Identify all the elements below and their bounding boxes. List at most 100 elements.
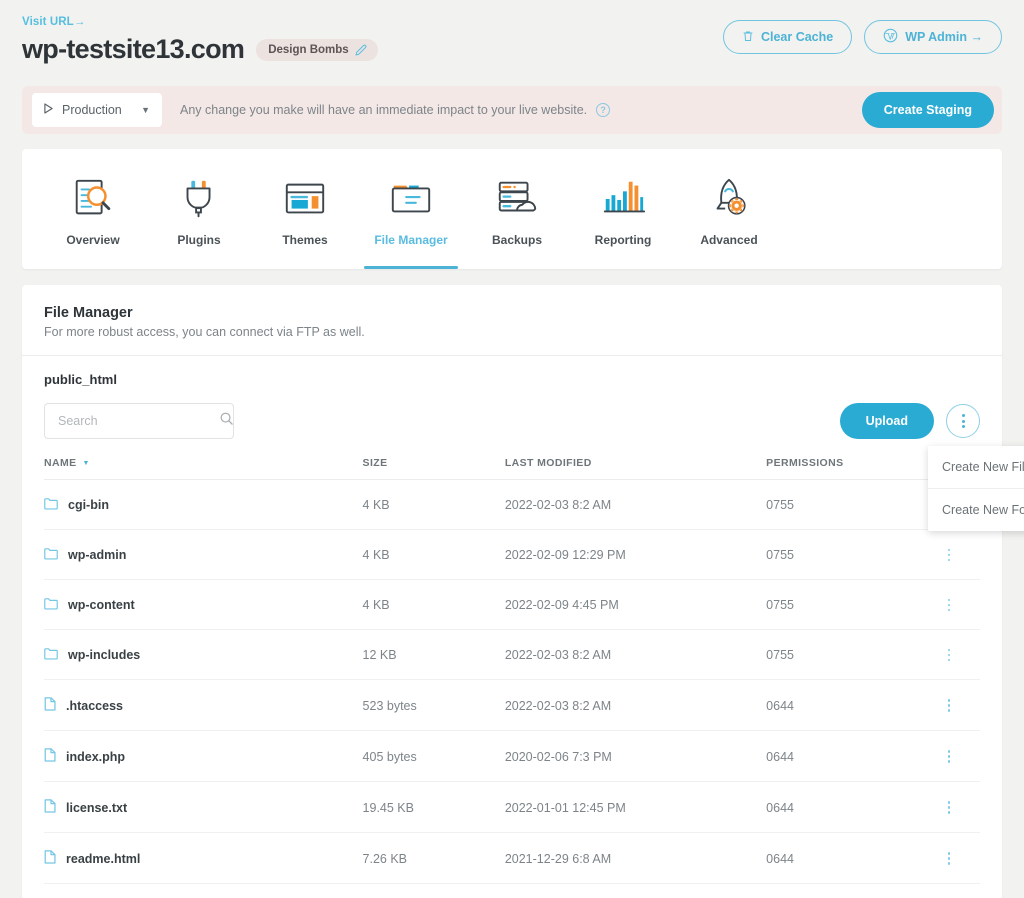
table-row[interactable]: wp-content 4 KB 2022-02-09 4:45 PM 0755 xyxy=(44,579,980,630)
tab-advanced[interactable]: Advanced xyxy=(676,149,782,269)
tab-file-manager[interactable]: File Manager xyxy=(358,149,464,269)
play-icon xyxy=(44,103,53,117)
environment-message-text: Any change you make will have an immedia… xyxy=(180,103,588,117)
app-page: Visit URL→ wp-testsite13.com Design Bomb… xyxy=(0,0,1024,898)
cell-last-modified: 2022-02-03 8:2 AM xyxy=(504,479,767,530)
menu-item-create-new-file[interactable]: Create New File xyxy=(928,446,1024,488)
tab-label: Plugins xyxy=(177,233,221,247)
row-more-options-button[interactable] xyxy=(941,852,957,865)
wp-admin-label: WP Admin → xyxy=(905,30,983,44)
file-name[interactable]: .htaccess xyxy=(66,699,123,713)
server-cloud-icon xyxy=(494,171,540,227)
search-box[interactable] xyxy=(44,403,234,439)
column-header-last-modified[interactable]: LAST MODIFIED xyxy=(504,457,767,480)
wp-admin-button[interactable]: WP Admin → xyxy=(864,20,1002,54)
table-row[interactable]: wp-includes 12 KB 2022-02-03 8:2 AM 0755 xyxy=(44,629,980,680)
dot-icon xyxy=(947,750,951,753)
page-title: wp-testsite13.com xyxy=(22,34,245,64)
row-more-options-button[interactable] xyxy=(941,801,957,814)
pencil-icon[interactable] xyxy=(355,44,367,56)
row-more-options-button[interactable] xyxy=(941,750,957,763)
more-options-button[interactable] xyxy=(946,404,980,438)
column-header-permissions[interactable]: PERMISSIONS xyxy=(766,457,942,480)
dot-icon xyxy=(947,755,951,758)
visit-url-label: Visit URL xyxy=(22,16,74,28)
dot-icon xyxy=(947,558,951,562)
file-name[interactable]: readme.html xyxy=(66,852,140,866)
table-row[interactable]: license.txt 19.45 KB 2022-01-01 12:45 PM 06… xyxy=(44,781,980,833)
file-name[interactable]: index.php xyxy=(66,750,125,764)
file-name[interactable]: wp-admin xyxy=(68,548,126,562)
cell-name: wp-content xyxy=(44,579,363,630)
table-row[interactable]: cgi-bin 4 KB 2022-02-03 8:2 AM 0755 xyxy=(44,479,980,530)
file-icon xyxy=(44,850,56,867)
upload-button[interactable]: Upload xyxy=(839,403,934,439)
tab-reporting[interactable]: Reporting xyxy=(570,149,676,269)
create-staging-button[interactable]: Create Staging xyxy=(861,92,994,128)
cell-actions xyxy=(941,730,980,782)
file-icon xyxy=(44,799,56,816)
file-table-head: NAME ▼ SIZE LAST MODIFIED PERMISSIONS xyxy=(44,457,980,480)
cell-permissions: 0755 xyxy=(766,479,942,530)
table-row[interactable]: wp-admin 4 KB 2022-02-09 12:29 PM 0755 xyxy=(44,529,980,580)
cell-name: license.txt xyxy=(44,781,363,833)
cell-permissions: 0755 xyxy=(766,529,942,580)
row-more-options-button[interactable] xyxy=(941,548,957,562)
table-row[interactable]: wp-activate.php7 KB2021-01-21 2:7 PM0644 xyxy=(44,883,980,898)
file-table-body: cgi-bin 4 KB 2022-02-03 8:2 AM 0755 wp-admin… xyxy=(44,479,980,898)
cell-size: 405 bytes xyxy=(362,730,505,782)
file-name[interactable]: wp-includes xyxy=(68,648,140,662)
site-tag-label: Design Bombs xyxy=(268,43,349,56)
dot-icon xyxy=(947,553,951,557)
tab-label: Overview xyxy=(66,233,120,247)
menu-item-create-new-folder[interactable]: Create New Folder xyxy=(928,488,1024,531)
dot-icon xyxy=(947,648,951,652)
row-more-options-button[interactable] xyxy=(941,598,957,612)
row-more-options-button[interactable] xyxy=(941,699,957,712)
table-row[interactable]: .htaccess 523 bytes 2022-02-03 8:2 AM 0644 xyxy=(44,679,980,731)
toolbar-actions: Upload xyxy=(839,403,980,439)
column-header-name[interactable]: NAME ▼ xyxy=(44,457,363,480)
site-tag-badge[interactable]: Design Bombs xyxy=(256,38,378,61)
tab-label: Reporting xyxy=(594,233,652,247)
dot-icon xyxy=(947,653,951,657)
document-magnifier-icon xyxy=(70,171,116,227)
cell-name: .htaccess xyxy=(44,679,363,731)
site-header: Visit URL→ wp-testsite13.com Design Bomb… xyxy=(0,0,1024,76)
cell-name: wp-activate.php xyxy=(44,883,363,898)
file-name[interactable]: wp-content xyxy=(68,598,135,612)
file-name[interactable]: cgi-bin xyxy=(68,498,109,512)
cell-permissions: 0755 xyxy=(766,629,942,680)
clear-cache-label: Clear Cache xyxy=(760,30,834,44)
cell-actions xyxy=(941,629,980,680)
dot-icon xyxy=(947,709,951,712)
tab-label: Backups xyxy=(491,233,543,247)
clear-cache-button[interactable]: Clear Cache xyxy=(722,20,853,54)
environment-selector[interactable]: Production ▼ xyxy=(32,93,162,127)
tab-overview[interactable]: Overview xyxy=(40,149,146,269)
visit-url-link[interactable]: Visit URL→ xyxy=(22,16,85,28)
file-name[interactable]: license.txt xyxy=(66,801,127,815)
folder-icon xyxy=(44,497,58,513)
search-input[interactable] xyxy=(58,414,219,428)
file-manager-header: File Manager For more robust access, you… xyxy=(22,285,1002,356)
cell-permissions: 0644 xyxy=(766,832,942,884)
dot-icon xyxy=(947,598,951,602)
table-row[interactable]: readme.html 7.26 KB 2021-12-29 6:8 AM 0644 xyxy=(44,832,980,884)
cell-name: index.php xyxy=(44,730,363,782)
tab-plugins[interactable]: Plugins xyxy=(146,149,252,269)
help-icon[interactable]: ? xyxy=(596,103,611,117)
dot-icon xyxy=(961,419,965,423)
folder-icon xyxy=(44,647,58,663)
cell-size: 4 KB xyxy=(362,479,505,530)
table-row[interactable]: index.php 405 bytes 2020-02-06 7:3 PM 0644 xyxy=(44,730,980,782)
cell-actions xyxy=(941,529,980,580)
column-header-size[interactable]: SIZE xyxy=(362,457,505,480)
search-icon[interactable] xyxy=(219,411,234,431)
tab-themes[interactable]: Themes xyxy=(252,149,358,269)
environment-message: Any change you make will have an immedia… xyxy=(180,103,611,117)
tab-backups[interactable]: Backups xyxy=(464,149,570,269)
folder-icon xyxy=(44,547,58,563)
dot-icon xyxy=(947,608,951,612)
row-more-options-button[interactable] xyxy=(941,648,957,662)
